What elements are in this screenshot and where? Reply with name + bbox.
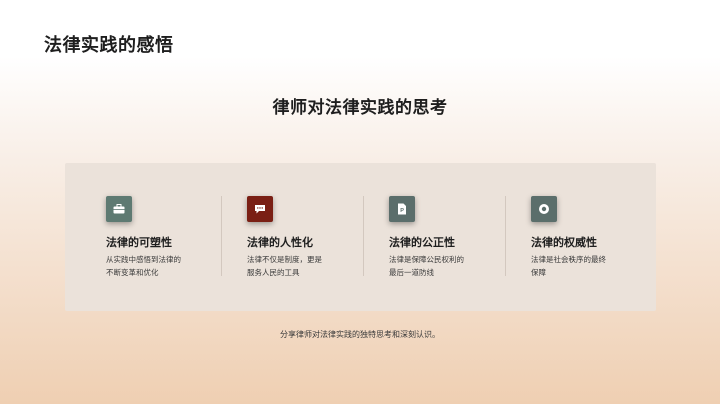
card-description-line: 法律是保障公民权利的 (389, 255, 464, 264)
card-title: 法律的人性化 (247, 236, 313, 249)
card-description-line: 从实践中感悟到法律的 (106, 255, 181, 264)
card-description-line: 法律不仅是制度，更是 (247, 255, 322, 264)
card-description: 法律是社会秩序的最终 保障 (531, 253, 626, 279)
card-title: 法律的公正性 (389, 236, 455, 249)
section-heading: 律师对法律实践的思考 (272, 98, 448, 118)
card-description-line: 保障 (531, 268, 546, 277)
briefcase-icon (106, 196, 132, 222)
card-description-line: 法律是社会秩序的最终 (531, 255, 606, 264)
card-description-line: 服务人民的工具 (247, 268, 300, 277)
card-title: 法律的可塑性 (106, 236, 172, 249)
card-description: 法律不仅是制度，更是 服务人民的工具 (247, 253, 342, 279)
card-justice: P 法律的公正性 法律是保障公民权利的 最后一道防线 (348, 163, 489, 311)
slide-title: 法律实践的感悟 (44, 35, 174, 56)
svg-text:P: P (400, 208, 404, 214)
card-plasticity: 法律的可塑性 从实践中感悟到法律的 不断变革和优化 (65, 163, 206, 311)
card-description-line: 最后一道防线 (389, 268, 434, 277)
card-authority: 法律的权威性 法律是社会秩序的最终 保障 (490, 163, 631, 311)
card-description-line: 不断变革和优化 (106, 268, 159, 277)
card-description: 法律是保障公民权利的 最后一道防线 (389, 253, 484, 279)
cards-panel: 法律的可塑性 从实践中感悟到法律的 不断变革和优化 法律的人性化 法律不仅是制度… (65, 163, 656, 311)
document-icon: P (389, 196, 415, 222)
card-title: 法律的权威性 (531, 236, 597, 249)
circle-icon (531, 196, 557, 222)
card-description: 从实践中感悟到法律的 不断变革和优化 (106, 253, 201, 279)
footnote: 分享律师对法律实践的独特思考和深刻认识。 (280, 330, 440, 339)
chat-icon (247, 196, 273, 222)
card-humanity: 法律的人性化 法律不仅是制度，更是 服务人民的工具 (206, 163, 347, 311)
